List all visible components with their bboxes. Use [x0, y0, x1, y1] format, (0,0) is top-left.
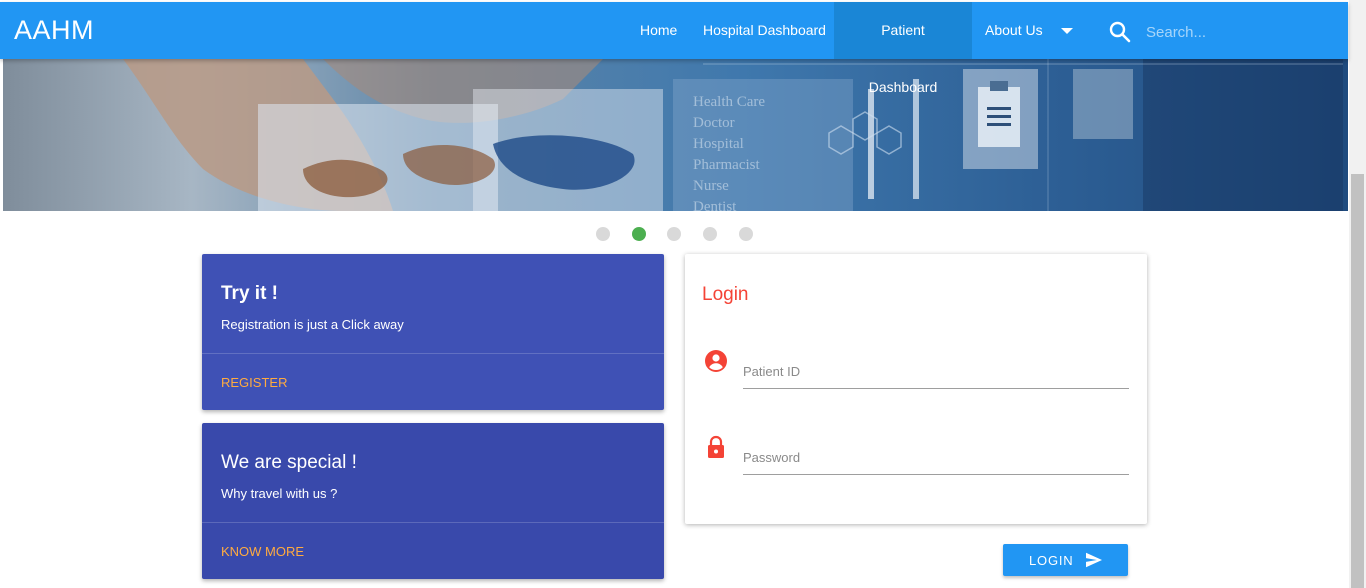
- card-subtitle: Registration is just a Click away: [221, 317, 404, 332]
- carousel-indicator-2[interactable]: [632, 227, 646, 241]
- hero-word-list: Health Care Doctor Hospital Pharmacist N…: [693, 92, 765, 211]
- login-card: Login: [685, 254, 1147, 524]
- login-button[interactable]: LOGIN: [1003, 544, 1128, 576]
- hero-word: Dentist: [693, 199, 737, 211]
- nav-hospital-dashboard[interactable]: Hospital Dashboard: [690, 2, 839, 59]
- patient-id-input[interactable]: [743, 349, 1129, 389]
- card-divider: [202, 353, 664, 354]
- top-navbar: AAHM Home Hospital Dashboard Patient Das…: [0, 2, 1348, 95]
- card-subtitle: Why travel with us ?: [221, 486, 338, 501]
- carousel-indicator-3[interactable]: [667, 227, 681, 241]
- password-input[interactable]: [743, 435, 1129, 475]
- nav-patient-dashboard[interactable]: Patient Dashboard: [834, 2, 972, 95]
- register-link[interactable]: REGISTER: [221, 375, 287, 390]
- scrollbar-thumb[interactable]: [1351, 174, 1364, 588]
- carousel-indicator-1[interactable]: [596, 227, 610, 241]
- carousel-indicator-5[interactable]: [739, 227, 753, 241]
- login-button-label: LOGIN: [1029, 553, 1074, 568]
- lock-icon: [708, 435, 724, 458]
- try-it-card: Try it ! Registration is just a Click aw…: [202, 254, 664, 410]
- caret-down-icon[interactable]: [1061, 28, 1073, 34]
- hero-word: Health Care: [693, 94, 766, 110]
- carousel-indicator-4[interactable]: [703, 227, 717, 241]
- search-icon[interactable]: [1108, 20, 1132, 44]
- login-title: Login: [702, 284, 749, 305]
- card-title: We are special !: [221, 452, 357, 473]
- brand-logo[interactable]: AAHM: [14, 15, 94, 46]
- search-input[interactable]: [1146, 18, 1336, 46]
- hero-illustration: [123, 59, 1343, 211]
- send-icon: [1086, 552, 1102, 568]
- hero-word: Hospital: [693, 136, 744, 152]
- card-divider: [202, 522, 664, 523]
- account-circle-icon: [705, 350, 727, 372]
- hero-word: Nurse: [693, 178, 729, 194]
- nav-home[interactable]: Home: [627, 2, 690, 59]
- hero-word: Doctor: [693, 115, 735, 131]
- card-title: Try it !: [221, 283, 279, 304]
- hero-word: Pharmacist: [693, 157, 760, 173]
- nav-about-us[interactable]: About Us: [972, 2, 1056, 59]
- hero-carousel-image: Health Care Doctor Hospital Pharmacist N…: [3, 59, 1348, 211]
- page: AAHM Home Hospital Dashboard Patient Das…: [0, 0, 1366, 588]
- we-are-special-card: We are special ! Why travel with us ? KN…: [202, 423, 664, 579]
- know-more-link[interactable]: KNOW MORE: [221, 544, 304, 559]
